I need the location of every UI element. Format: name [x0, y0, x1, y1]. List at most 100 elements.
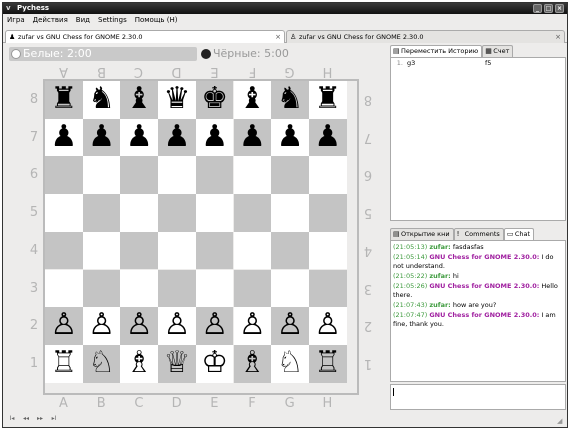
minimize-icon[interactable]: _ [533, 4, 542, 13]
board-square[interactable] [120, 269, 159, 308]
chess-piece[interactable]: ♗ [234, 345, 272, 383]
board-square[interactable]: ♞ [82, 81, 121, 119]
tab-score[interactable]: ▦ Счет [482, 45, 514, 57]
board-square[interactable] [308, 156, 347, 195]
chess-piece[interactable]: ♙ [196, 307, 234, 345]
board-square[interactable]: ♔ [195, 344, 234, 383]
chess-piece[interactable]: ♟ [309, 119, 347, 157]
board-square[interactable]: ♟ [271, 118, 309, 157]
board-square[interactable] [271, 194, 309, 232]
board-square[interactable]: ♙ [271, 307, 309, 345]
chess-piece[interactable]: ♞ [83, 81, 121, 119]
board-square[interactable] [158, 194, 196, 232]
board-square[interactable] [233, 269, 272, 308]
board-square[interactable] [82, 194, 121, 232]
board-square[interactable] [271, 269, 309, 308]
resize-grip-icon[interactable]: ◢ [557, 417, 565, 425]
tab-close-icon[interactable]: × [555, 31, 561, 43]
chess-piece[interactable]: ♙ [120, 307, 158, 345]
move-history-list[interactable]: 1. g3 f5 [390, 57, 566, 221]
chess-piece[interactable]: ♙ [309, 307, 347, 345]
chess-piece[interactable]: ♜ [309, 81, 347, 119]
next-move-icon[interactable]: ▸▸ [35, 415, 45, 425]
board-square[interactable] [120, 194, 159, 232]
chess-piece[interactable]: ♜ [45, 81, 83, 119]
board-square[interactable] [195, 231, 234, 270]
tab-chat[interactable]: ▭ Chat [503, 228, 535, 240]
prev-move-icon[interactable]: ◂◂ [21, 415, 31, 425]
chess-piece[interactable]: ♔ [196, 345, 234, 383]
chess-piece[interactable]: ♕ [158, 345, 196, 383]
board-square[interactable]: ♟ [82, 118, 121, 157]
chess-piece[interactable]: ♙ [83, 307, 121, 345]
board-square[interactable] [45, 156, 83, 195]
board-square[interactable] [158, 231, 196, 270]
chess-piece[interactable]: ♟ [234, 119, 272, 157]
board-square[interactable]: ♝ [120, 81, 159, 119]
chess-board[interactable]: ♜ ♞ ♝ ♛ ♚ ♝ ♞ ♜ ♟ ♟ ♟ ♟ ♟ ♟ ♟ ♟ ♙ ♙ ♙ ♙ ♙ ♙ ♙ ♙ ♖ ♘ ♗ ♕ ♔ ♗ ♘ ♖ [43, 79, 359, 395]
board-square[interactable]: ♙ [195, 307, 234, 345]
chess-piece[interactable]: ♖ [309, 345, 347, 383]
board-square[interactable] [308, 269, 347, 308]
board-square[interactable] [271, 156, 309, 195]
board-square[interactable]: ♖ [308, 344, 347, 383]
tab-close-icon[interactable]: × [275, 31, 281, 43]
chess-piece[interactable]: ♟ [196, 119, 234, 157]
close-icon[interactable]: × [555, 4, 564, 13]
board-square[interactable]: ♙ [308, 307, 347, 345]
menu-settings[interactable]: Settings [98, 14, 127, 27]
board-square[interactable] [233, 194, 272, 232]
chat-input[interactable] [390, 384, 566, 410]
tab-comments[interactable]: ! Comments [453, 228, 504, 240]
board-square[interactable]: ♜ [308, 81, 347, 119]
board-square[interactable] [82, 231, 121, 270]
board-square[interactable]: ♙ [82, 307, 121, 345]
board-square[interactable] [233, 231, 272, 270]
board-square[interactable] [158, 269, 196, 308]
chess-piece[interactable]: ♙ [271, 307, 309, 345]
board-square[interactable]: ♘ [82, 344, 121, 383]
chess-piece[interactable]: ♟ [120, 119, 158, 157]
chess-piece[interactable]: ♙ [234, 307, 272, 345]
last-move-icon[interactable]: ▸I [49, 415, 59, 425]
board-square[interactable]: ♚ [195, 81, 234, 119]
board-square[interactable]: ♘ [271, 344, 309, 383]
chess-piece[interactable]: ♝ [234, 81, 272, 119]
board-square[interactable] [308, 194, 347, 232]
menu-game[interactable]: Игра [7, 14, 25, 27]
chess-piece[interactable]: ♖ [45, 345, 83, 383]
chess-piece[interactable]: ♙ [45, 307, 83, 345]
menu-help[interactable]: Помощь (H) [135, 14, 178, 27]
chess-piece[interactable]: ♟ [45, 119, 83, 157]
board-square[interactable]: ♙ [158, 307, 196, 345]
board-square[interactable]: ♝ [233, 81, 272, 119]
board-square[interactable]: ♟ [45, 118, 83, 157]
board-square[interactable] [233, 156, 272, 195]
board-square[interactable]: ♗ [120, 344, 159, 383]
board-square[interactable]: ♟ [195, 118, 234, 157]
menu-actions[interactable]: Действия [33, 14, 68, 27]
board-square[interactable] [158, 156, 196, 195]
tab-opening-book[interactable]: ▤ Открытие кни [390, 228, 454, 240]
board-square[interactable] [271, 231, 309, 270]
board-square[interactable] [45, 269, 83, 308]
board-square[interactable] [45, 194, 83, 232]
chess-piece[interactable]: ♝ [120, 81, 158, 119]
chess-piece[interactable]: ♗ [120, 345, 158, 383]
board-square[interactable]: ♟ [158, 118, 196, 157]
board-square[interactable]: ♕ [158, 344, 196, 383]
board-square[interactable] [195, 269, 234, 308]
board-square[interactable] [195, 194, 234, 232]
board-square[interactable]: ♟ [120, 118, 159, 157]
board-square[interactable] [120, 231, 159, 270]
board-square[interactable] [195, 156, 234, 195]
chess-piece[interactable]: ♟ [271, 119, 309, 157]
board-square[interactable] [82, 269, 121, 308]
black-move[interactable]: f5 [485, 58, 545, 68]
window-menu-icon[interactable]: v [6, 3, 11, 14]
board-square[interactable]: ♙ [120, 307, 159, 345]
chess-piece[interactable]: ♘ [83, 345, 121, 383]
white-move[interactable]: g3 [407, 58, 485, 68]
board-square[interactable] [82, 156, 121, 195]
chess-piece[interactable]: ♘ [271, 345, 309, 383]
